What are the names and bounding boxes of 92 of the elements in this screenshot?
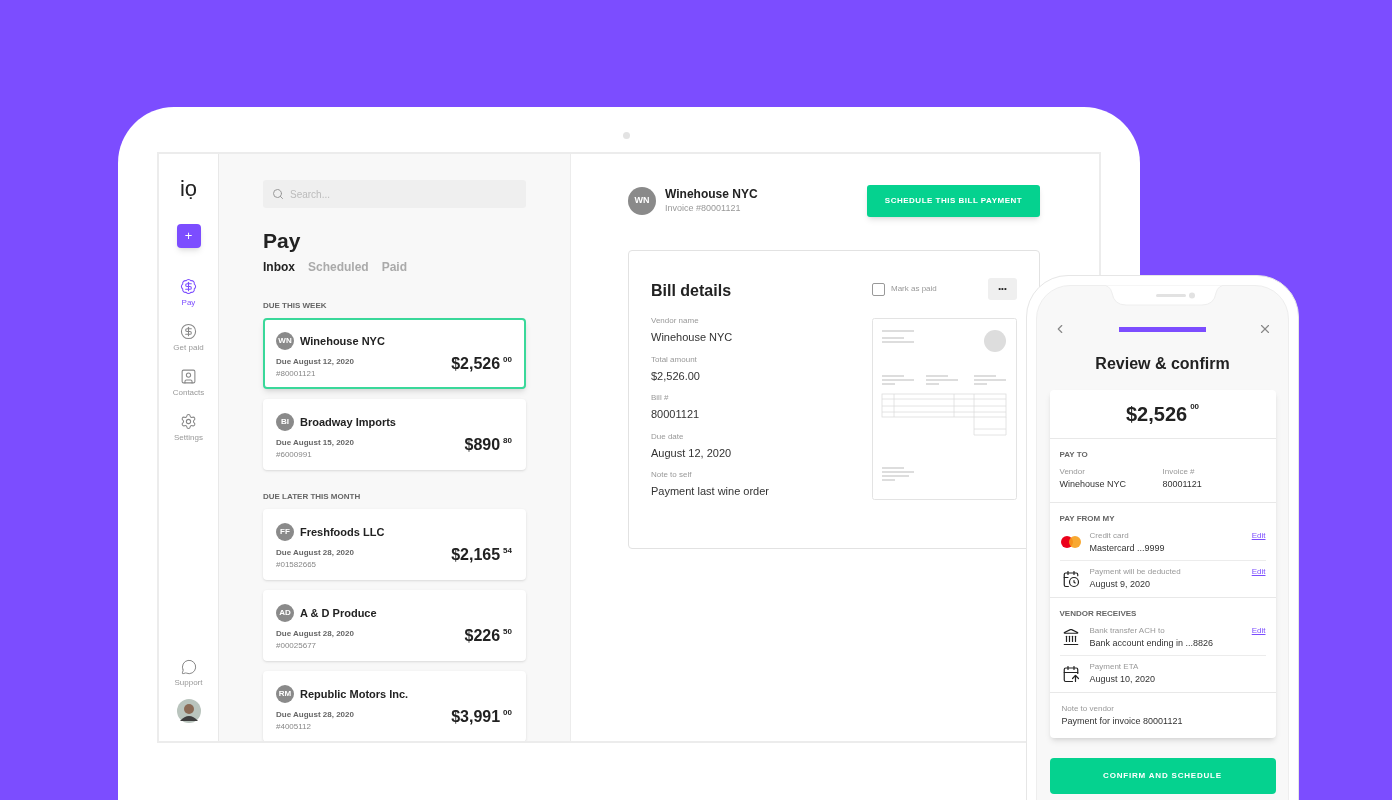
field-value: Payment last wine order xyxy=(651,484,770,499)
dollar-icon xyxy=(180,323,197,340)
user-avatar[interactable] xyxy=(176,699,201,723)
initials-avatar: BI xyxy=(276,413,294,432)
edit-link[interactable]: Edit xyxy=(1251,529,1266,542)
section-heading: PAY TO xyxy=(1059,449,1089,461)
nav-item[interactable]: Contacts xyxy=(172,368,205,399)
phone-title: Review & confirm xyxy=(1095,354,1230,374)
add-button[interactable]: + xyxy=(176,224,201,248)
calendar-arrow-icon xyxy=(1061,664,1080,683)
dollar-icon xyxy=(180,278,197,295)
bill-number: #4005112 xyxy=(276,721,312,734)
card-title: Bill details xyxy=(651,281,733,301)
invoice-number: Invoice #80001121 xyxy=(665,201,742,215)
amount-cents: 50 xyxy=(503,628,512,637)
mark-paid-checkbox[interactable]: Mark as paid xyxy=(872,282,937,296)
field-label: Total amount xyxy=(651,353,698,366)
due-date: Due August 12, 2020 xyxy=(276,356,354,369)
initials-avatar: WN xyxy=(276,332,294,351)
field-label: Note to self xyxy=(651,469,693,481)
nav-item[interactable]: Pay xyxy=(180,278,197,309)
field-label: Invoice # xyxy=(1162,466,1196,478)
close-icon[interactable] xyxy=(1258,322,1272,336)
tab[interactable]: Inbox xyxy=(263,258,295,277)
nav-item[interactable]: Settings xyxy=(174,413,203,444)
field-value: $2,526.00 xyxy=(651,368,701,384)
amount-cents: 00 xyxy=(1190,403,1200,411)
vendor-name: A & D Produce xyxy=(300,606,377,621)
initials-avatar: RM xyxy=(276,685,294,704)
section-heading: VENDOR RECEIVES xyxy=(1059,607,1138,620)
bank-icon xyxy=(1061,628,1080,647)
amount-cents: 00 xyxy=(503,709,512,718)
field-value: 80001121 xyxy=(651,407,701,422)
bill-amount: $2,526 xyxy=(451,356,501,373)
chat-icon xyxy=(180,659,197,675)
row-label: Bank transfer ACH to xyxy=(1089,624,1166,637)
row-label: Payment will be deducted xyxy=(1089,566,1182,578)
vendor-title: Winehouse NYC xyxy=(665,186,758,202)
field-label: Due date xyxy=(651,430,685,443)
bill-amount: $2,165 xyxy=(451,547,501,564)
field-label: Bill # xyxy=(651,392,670,404)
bill-number: #00025677 xyxy=(276,640,318,653)
bill-number: #6000991 xyxy=(276,449,313,462)
field-value: 80001121 xyxy=(1162,478,1203,491)
field-value: Winehouse NYC xyxy=(651,330,734,345)
bill-number: #01582665 xyxy=(276,559,318,572)
nav-item[interactable]: Get paid xyxy=(173,323,204,354)
field-label: Vendor xyxy=(1059,466,1086,478)
bill-amount: $3,991 xyxy=(451,709,501,726)
support-button[interactable]: Support xyxy=(174,659,203,689)
logo: iọ xyxy=(179,178,198,200)
calendar-clock-icon xyxy=(1061,569,1080,588)
row-value: Mastercard ...9999 xyxy=(1089,541,1166,555)
field-label: Vendor name xyxy=(651,315,700,327)
vendor-name: Winehouse NYC xyxy=(300,334,385,349)
settings-icon xyxy=(180,413,197,430)
row-value: Bank account ending in ...8826 xyxy=(1089,636,1215,650)
vendor-name: Broadway Imports xyxy=(300,415,396,430)
due-date: Due August 15, 2020 xyxy=(276,437,354,450)
initials-avatar: WN xyxy=(628,187,656,215)
vendor-name: Republic Motors Inc. xyxy=(300,687,409,702)
search-icon xyxy=(272,188,284,200)
row-label: Credit card xyxy=(1089,529,1130,542)
amount-cents: 54 xyxy=(503,547,512,556)
note-label: Note to vendor xyxy=(1061,702,1115,715)
bill-number: #80001121 xyxy=(276,368,317,381)
card-logo-icon xyxy=(1060,536,1081,549)
edit-link[interactable]: Edit xyxy=(1251,566,1266,578)
more-button[interactable]: ••• xyxy=(988,278,1017,300)
section-heading: PAY FROM MY xyxy=(1059,512,1116,525)
bill-amount: $226 xyxy=(464,628,501,645)
due-date: Due August 28, 2020 xyxy=(276,547,354,560)
vendor-name: Freshfoods LLC xyxy=(300,525,385,540)
due-date: Due August 28, 2020 xyxy=(276,709,354,722)
initials-avatar: FF xyxy=(276,523,294,542)
due-date: Due August 28, 2020 xyxy=(276,628,354,641)
total-amount: $2,526 xyxy=(1125,404,1188,424)
row-label: Payment ETA xyxy=(1089,661,1140,673)
group-heading: DUE THIS WEEK xyxy=(263,300,328,313)
field-value: Winehouse NYC xyxy=(1059,478,1128,491)
amount-cents: 00 xyxy=(503,356,512,365)
edit-link[interactable]: Edit xyxy=(1251,624,1266,637)
group-heading: DUE LATER THIS MONTH xyxy=(263,491,362,504)
bill-amount: $890 xyxy=(464,437,501,454)
page-title: Pay xyxy=(263,228,302,254)
row-value: August 9, 2020 xyxy=(1089,578,1152,591)
initials-avatar: AD xyxy=(276,604,294,623)
amount-cents: 80 xyxy=(503,437,512,446)
row-value: August 10, 2020 xyxy=(1089,673,1157,686)
contact-card-icon xyxy=(180,368,197,385)
note-value: Payment for invoice 80001121 xyxy=(1061,714,1184,728)
field-value: August 12, 2020 xyxy=(651,445,733,461)
